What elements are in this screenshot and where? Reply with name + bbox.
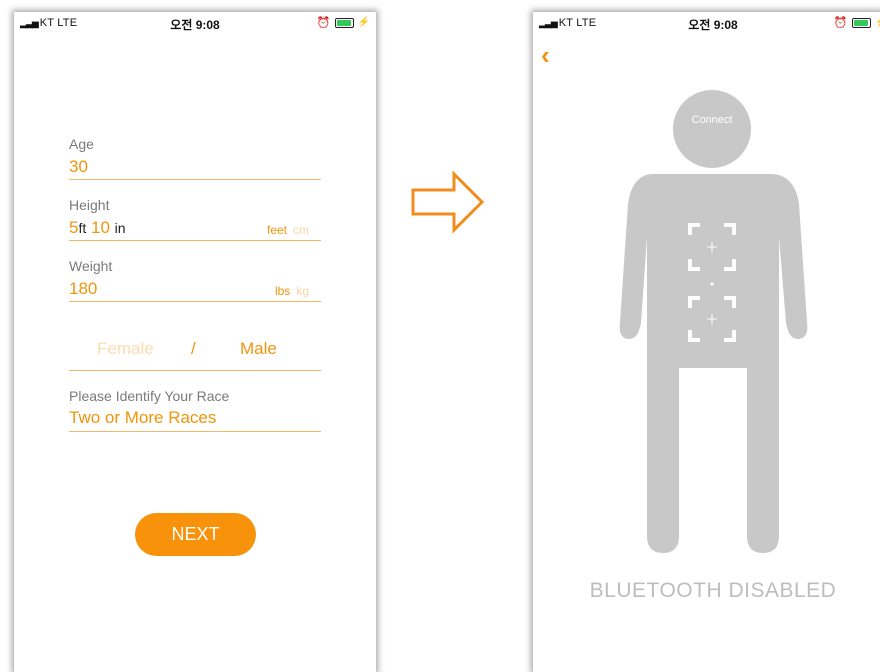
next-button[interactable]: NEXT xyxy=(135,513,256,556)
signal-icon: ▂▃▅ xyxy=(20,18,39,28)
bluetooth-connect-screen: ▂▃▅KT LTE 오전 9:08 ⏰ ⚡ ‹ Connect BLUETOOT… xyxy=(533,12,880,672)
age-label: Age xyxy=(69,136,94,152)
race-value[interactable]: Two or More Races xyxy=(69,408,216,428)
gender-male-option[interactable]: Male xyxy=(240,339,277,359)
weight-unit-toggle: lbs kg xyxy=(275,284,309,298)
age-value[interactable]: 30 xyxy=(69,157,88,177)
connect-label[interactable]: Connect xyxy=(664,114,760,126)
height-unit-toggle: feet cm xyxy=(267,223,309,237)
height-label: Height xyxy=(69,197,110,213)
race-field[interactable]: Please Identify Your Race Two or More Ra… xyxy=(69,388,321,432)
unit-kg-option[interactable]: kg xyxy=(296,284,309,298)
connect-head-button[interactable] xyxy=(673,90,751,168)
gender-female-option[interactable]: Female xyxy=(97,339,154,359)
charging-icon: ⚡ xyxy=(357,17,370,28)
height-field[interactable]: Height 5ft 10 in feet cm xyxy=(69,197,321,241)
unit-lbs-option[interactable]: lbs xyxy=(275,284,290,298)
weight-field[interactable]: Weight 180 lbs kg xyxy=(69,258,321,302)
arrow-right-icon xyxy=(411,170,485,234)
carrier-text: KT LTE xyxy=(39,17,78,29)
alarm-icon: ⏰ xyxy=(316,17,331,29)
weight-label: Weight xyxy=(69,258,113,274)
body-figure xyxy=(619,90,808,553)
profile-form-screen: ▂▃▅ KT LTE 오전 9:08 ⏰ ⚡ Age 30 Height 5ft … xyxy=(14,12,376,672)
height-feet-unit: ft xyxy=(78,220,87,236)
age-field[interactable]: Age 30 xyxy=(69,136,321,180)
status-icons: ⏰ ⚡ xyxy=(317,16,370,29)
status-bar: ▂▃▅KT LTE 오전 9:08 ⏰ ⚡ xyxy=(14,12,376,36)
gender-selector: Female / Male xyxy=(69,334,321,371)
gender-separator: / xyxy=(191,339,196,358)
status-time: 오전 9:08 xyxy=(170,18,220,32)
bluetooth-status-text: BLUETOOTH DISABLED xyxy=(589,579,837,602)
height-inches-unit: in xyxy=(114,220,126,236)
battery-icon xyxy=(334,17,354,28)
center-dot xyxy=(710,282,714,286)
unit-feet-option[interactable]: feet xyxy=(267,223,287,237)
height-value[interactable]: 5ft 10 in xyxy=(69,218,126,238)
unit-cm-option[interactable]: cm xyxy=(293,223,309,237)
weight-value[interactable]: 180 xyxy=(69,279,97,299)
carrier-label: ▂▃▅ KT LTE xyxy=(20,17,77,29)
height-inches-value[interactable]: 10 xyxy=(91,218,110,237)
race-label: Please Identify Your Race xyxy=(69,388,230,404)
